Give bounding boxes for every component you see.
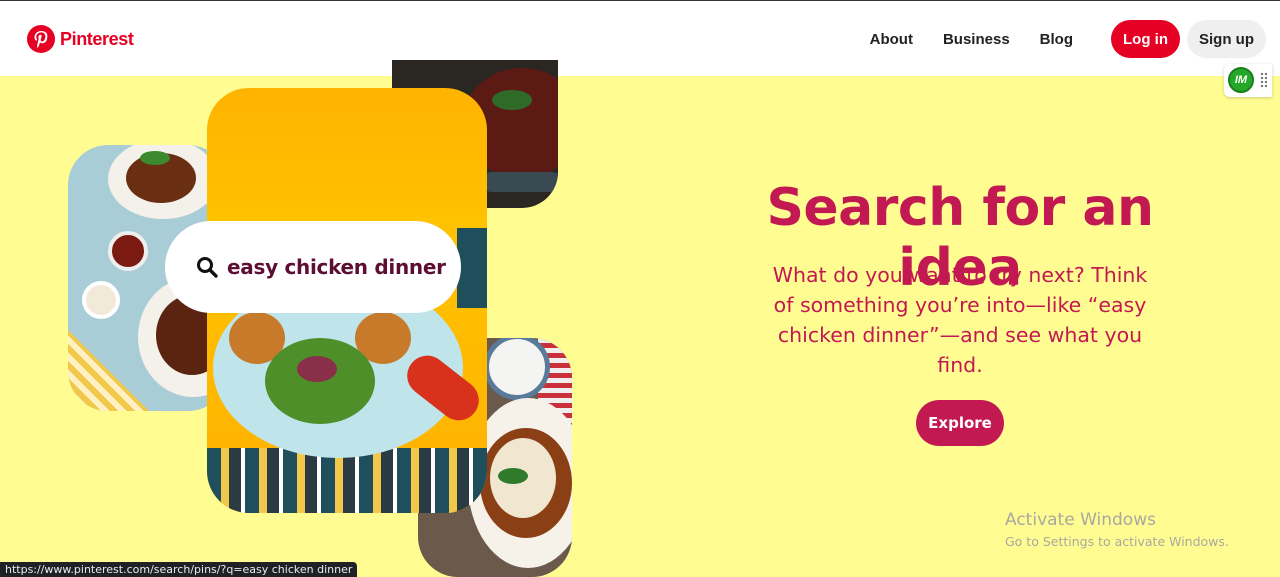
search-icon [197,257,218,278]
extension-logo-icon: IM [1228,67,1254,93]
status-bar-url: https://www.pinterest.com/search/pins/?q… [0,562,358,577]
pinterest-logo[interactable]: Pinterest [26,24,134,54]
brand-name: Pinterest [60,28,134,49]
watermark-title: Activate Windows [1005,510,1156,530]
nav-about-link[interactable]: About [870,31,913,48]
signup-button[interactable]: Sign up [1187,20,1266,58]
herb-shape [498,468,528,484]
login-button[interactable]: Log in [1111,20,1180,58]
watermark-subtitle: Go to Settings to activate Windows. [1005,534,1229,549]
herb-shape [492,90,532,110]
header-nav: About Business Blog Log in Sign up [870,20,1266,58]
browser-extension-widget[interactable]: IM [1224,64,1272,97]
radicchio-shape [297,356,337,382]
example-search-pill: easy chicken dinner [165,221,461,313]
pinterest-logo-icon [27,25,55,53]
example-search-text: easy chicken dinner [227,255,446,279]
patterned-tablecloth [457,228,487,308]
sauce-bowl [108,231,148,271]
nav-business-link[interactable]: Business [943,31,1010,48]
explore-button[interactable]: Explore [916,400,1004,446]
sesame-bowl [82,281,120,319]
plate-rim [482,172,558,192]
hero-description: What do you want to try next? Think of s… [772,263,1148,377]
herb-shape [140,151,170,165]
nav-blog-link[interactable]: Blog [1040,31,1073,48]
drag-handle-icon[interactable] [1260,72,1267,88]
top-nav-bar: Pinterest About Business Blog Log in Sig… [0,0,1280,76]
windows-activation-watermark: Activate Windows Go to Settings to activ… [1005,510,1229,549]
